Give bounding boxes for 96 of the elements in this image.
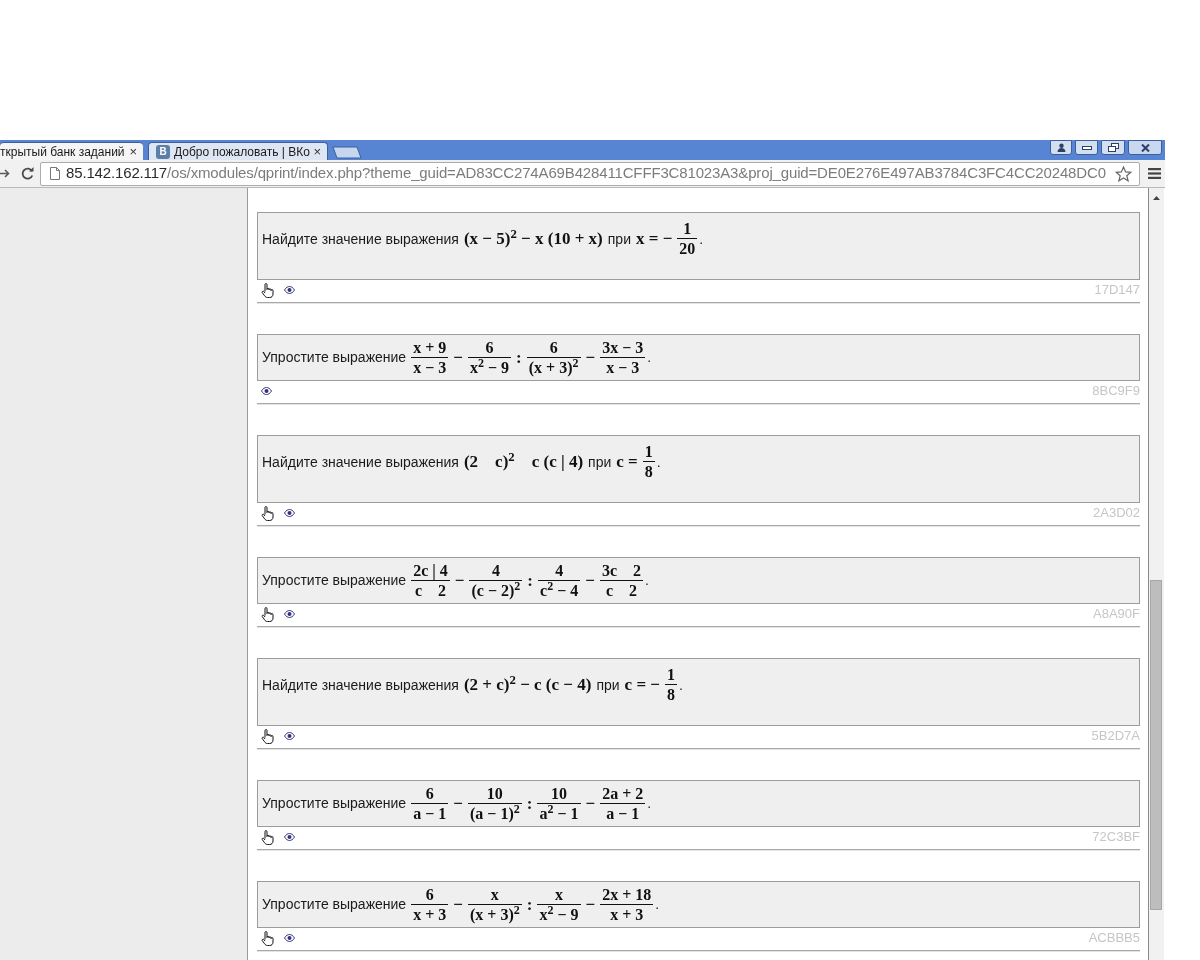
punctuation-mark: . — [647, 794, 652, 813]
math-expression: (x − 5)$^{2}$ − x (10 + x) — [463, 226, 603, 251]
maximize-button[interactable] — [1101, 140, 1125, 155]
fraction: 2a + 2 a − 1 — [600, 784, 646, 823]
scrollbar-thumb[interactable] — [1150, 580, 1162, 910]
eye-icon[interactable] — [284, 610, 295, 618]
fraction: 10 (a − 1)$^{2}$ — [467, 784, 522, 823]
fraction: 4 c$^{2}$ − 4 — [538, 561, 581, 600]
arrow-right-icon — [0, 169, 10, 178]
punctuation-mark: . — [647, 348, 652, 367]
condition-word: при — [607, 229, 631, 249]
math-operator: − — [453, 792, 463, 815]
fraction: 1 8 — [642, 443, 655, 481]
math-operator: − — [585, 569, 595, 592]
math-expression: (2 + c)$^{2}$ − c (c − 4) — [463, 672, 592, 697]
fraction: 1 20 — [677, 220, 698, 258]
address-field[interactable]: 85.142.162.117/os/xmodules/qprint/index.php?theme_guid=AD83CC274A69B428411CFFF3C81023A3&proj_guid=DE0E276E497AB3784C3FC4CC20248DC0 — [40, 161, 1140, 186]
fraction: 6 x$^{2}$ − 9 — [467, 338, 512, 377]
minimize-icon — [1081, 145, 1092, 150]
task-code: 8BC9F9 — [1092, 382, 1140, 401]
fraction: 6 a − 1 — [411, 784, 449, 823]
task-code: 17D147 — [1094, 281, 1140, 300]
page-icon — [50, 167, 60, 180]
fraction: 2c | 4 c 2 — [411, 561, 450, 600]
fraction: x + 9 x − 3 — [411, 338, 449, 377]
math-equation: c = − — [624, 674, 661, 697]
profile-button[interactable] — [1050, 140, 1072, 155]
user-icon — [1056, 143, 1066, 152]
punctuation-mark: . — [655, 895, 660, 914]
browser-tab[interactable]: В Добро пожаловать | ВКо × — [148, 142, 328, 160]
condition-word: при — [596, 675, 620, 695]
arrow-up-icon[interactable] — [1153, 196, 1160, 200]
task-prompt: Найдите значение выражения — [262, 452, 459, 472]
punctuation-mark: . — [656, 452, 661, 472]
eye-icon[interactable] — [284, 934, 295, 942]
tab-close-button[interactable]: × — [313, 144, 321, 159]
task-code: ACBBB5 — [1088, 929, 1140, 948]
math-operator: : — [526, 893, 533, 916]
hand-icon[interactable] — [261, 930, 274, 946]
math-operator: : — [526, 792, 533, 815]
condition-word: при — [588, 452, 612, 472]
eye-icon[interactable] — [284, 732, 295, 740]
math-operator: − — [585, 792, 596, 815]
task-prompt: Упростите выражение — [262, 348, 407, 367]
fraction: 4 (c − 2)$^{2}$ — [469, 561, 523, 600]
math-equation: x = − — [635, 228, 673, 251]
math-operator: − — [585, 346, 596, 369]
fraction: x (x + 3)$^{2}$ — [467, 885, 522, 924]
task-prompt: Найдите значение выражения — [262, 675, 459, 695]
math-operator: : — [516, 346, 522, 369]
menu-icon — [1147, 168, 1161, 179]
fraction: 10 a$^{2}$ − 1 — [537, 784, 581, 823]
tab-close-button[interactable]: × — [129, 144, 137, 159]
star-icon[interactable] — [1115, 165, 1132, 182]
task-code: 2A3D02 — [1093, 504, 1140, 523]
close-window-button[interactable] — [1128, 140, 1162, 155]
math-operator: − — [453, 893, 463, 916]
punctuation-mark: . — [679, 675, 683, 695]
minimize-button[interactable] — [1075, 140, 1098, 155]
favicon-badge: В — [156, 144, 170, 159]
close-icon — [1140, 143, 1150, 152]
restore-icon — [1107, 143, 1119, 152]
fraction: x x$^{2}$ − 9 — [537, 885, 581, 924]
hand-icon[interactable] — [261, 728, 274, 744]
punctuation-mark: . — [645, 571, 649, 590]
hand-icon[interactable] — [261, 606, 274, 622]
math-expression: (2 c)$^{2}$ c (c | 4) — [463, 449, 584, 474]
eye-icon[interactable] — [284, 833, 295, 841]
task-code: 72C3BF — [1092, 828, 1140, 847]
hand-icon[interactable] — [261, 282, 274, 298]
punctuation-mark: . — [699, 229, 704, 249]
math-operator: : — [527, 569, 533, 592]
browser-tab[interactable]: ткрытый банк заданий × — [0, 142, 143, 160]
fraction: 2x + 18 x + 3 — [600, 885, 654, 924]
task-prompt: Упростите выражение — [262, 794, 407, 813]
fraction: 3c 2 c 2 — [599, 561, 644, 600]
task-prompt: Упростите выражение — [262, 571, 407, 590]
math-operator: − — [453, 346, 463, 369]
reload-icon — [20, 167, 34, 180]
eye-icon[interactable] — [261, 387, 272, 395]
fraction: 6 x + 3 — [411, 885, 449, 924]
task-prompt: Упростите выражение — [262, 895, 407, 914]
eye-icon[interactable] — [284, 509, 295, 517]
fraction: 1 8 — [665, 666, 678, 704]
math-operator: − — [454, 569, 465, 592]
hand-icon[interactable] — [261, 829, 274, 845]
math-operator: − — [585, 893, 596, 916]
math-equation: c = — [616, 451, 638, 474]
task-code: A8A90F — [1093, 605, 1140, 624]
fraction: 3x − 3 x − 3 — [600, 338, 646, 377]
eye-icon[interactable] — [284, 286, 295, 294]
fraction: 6 (x + 3)$^{2}$ — [526, 338, 581, 377]
new-tab-button[interactable] — [332, 146, 362, 159]
task-code: 5B2D7A — [1091, 727, 1140, 746]
task-prompt: Найдите значение выражения — [262, 229, 459, 249]
hand-icon[interactable] — [261, 505, 274, 521]
